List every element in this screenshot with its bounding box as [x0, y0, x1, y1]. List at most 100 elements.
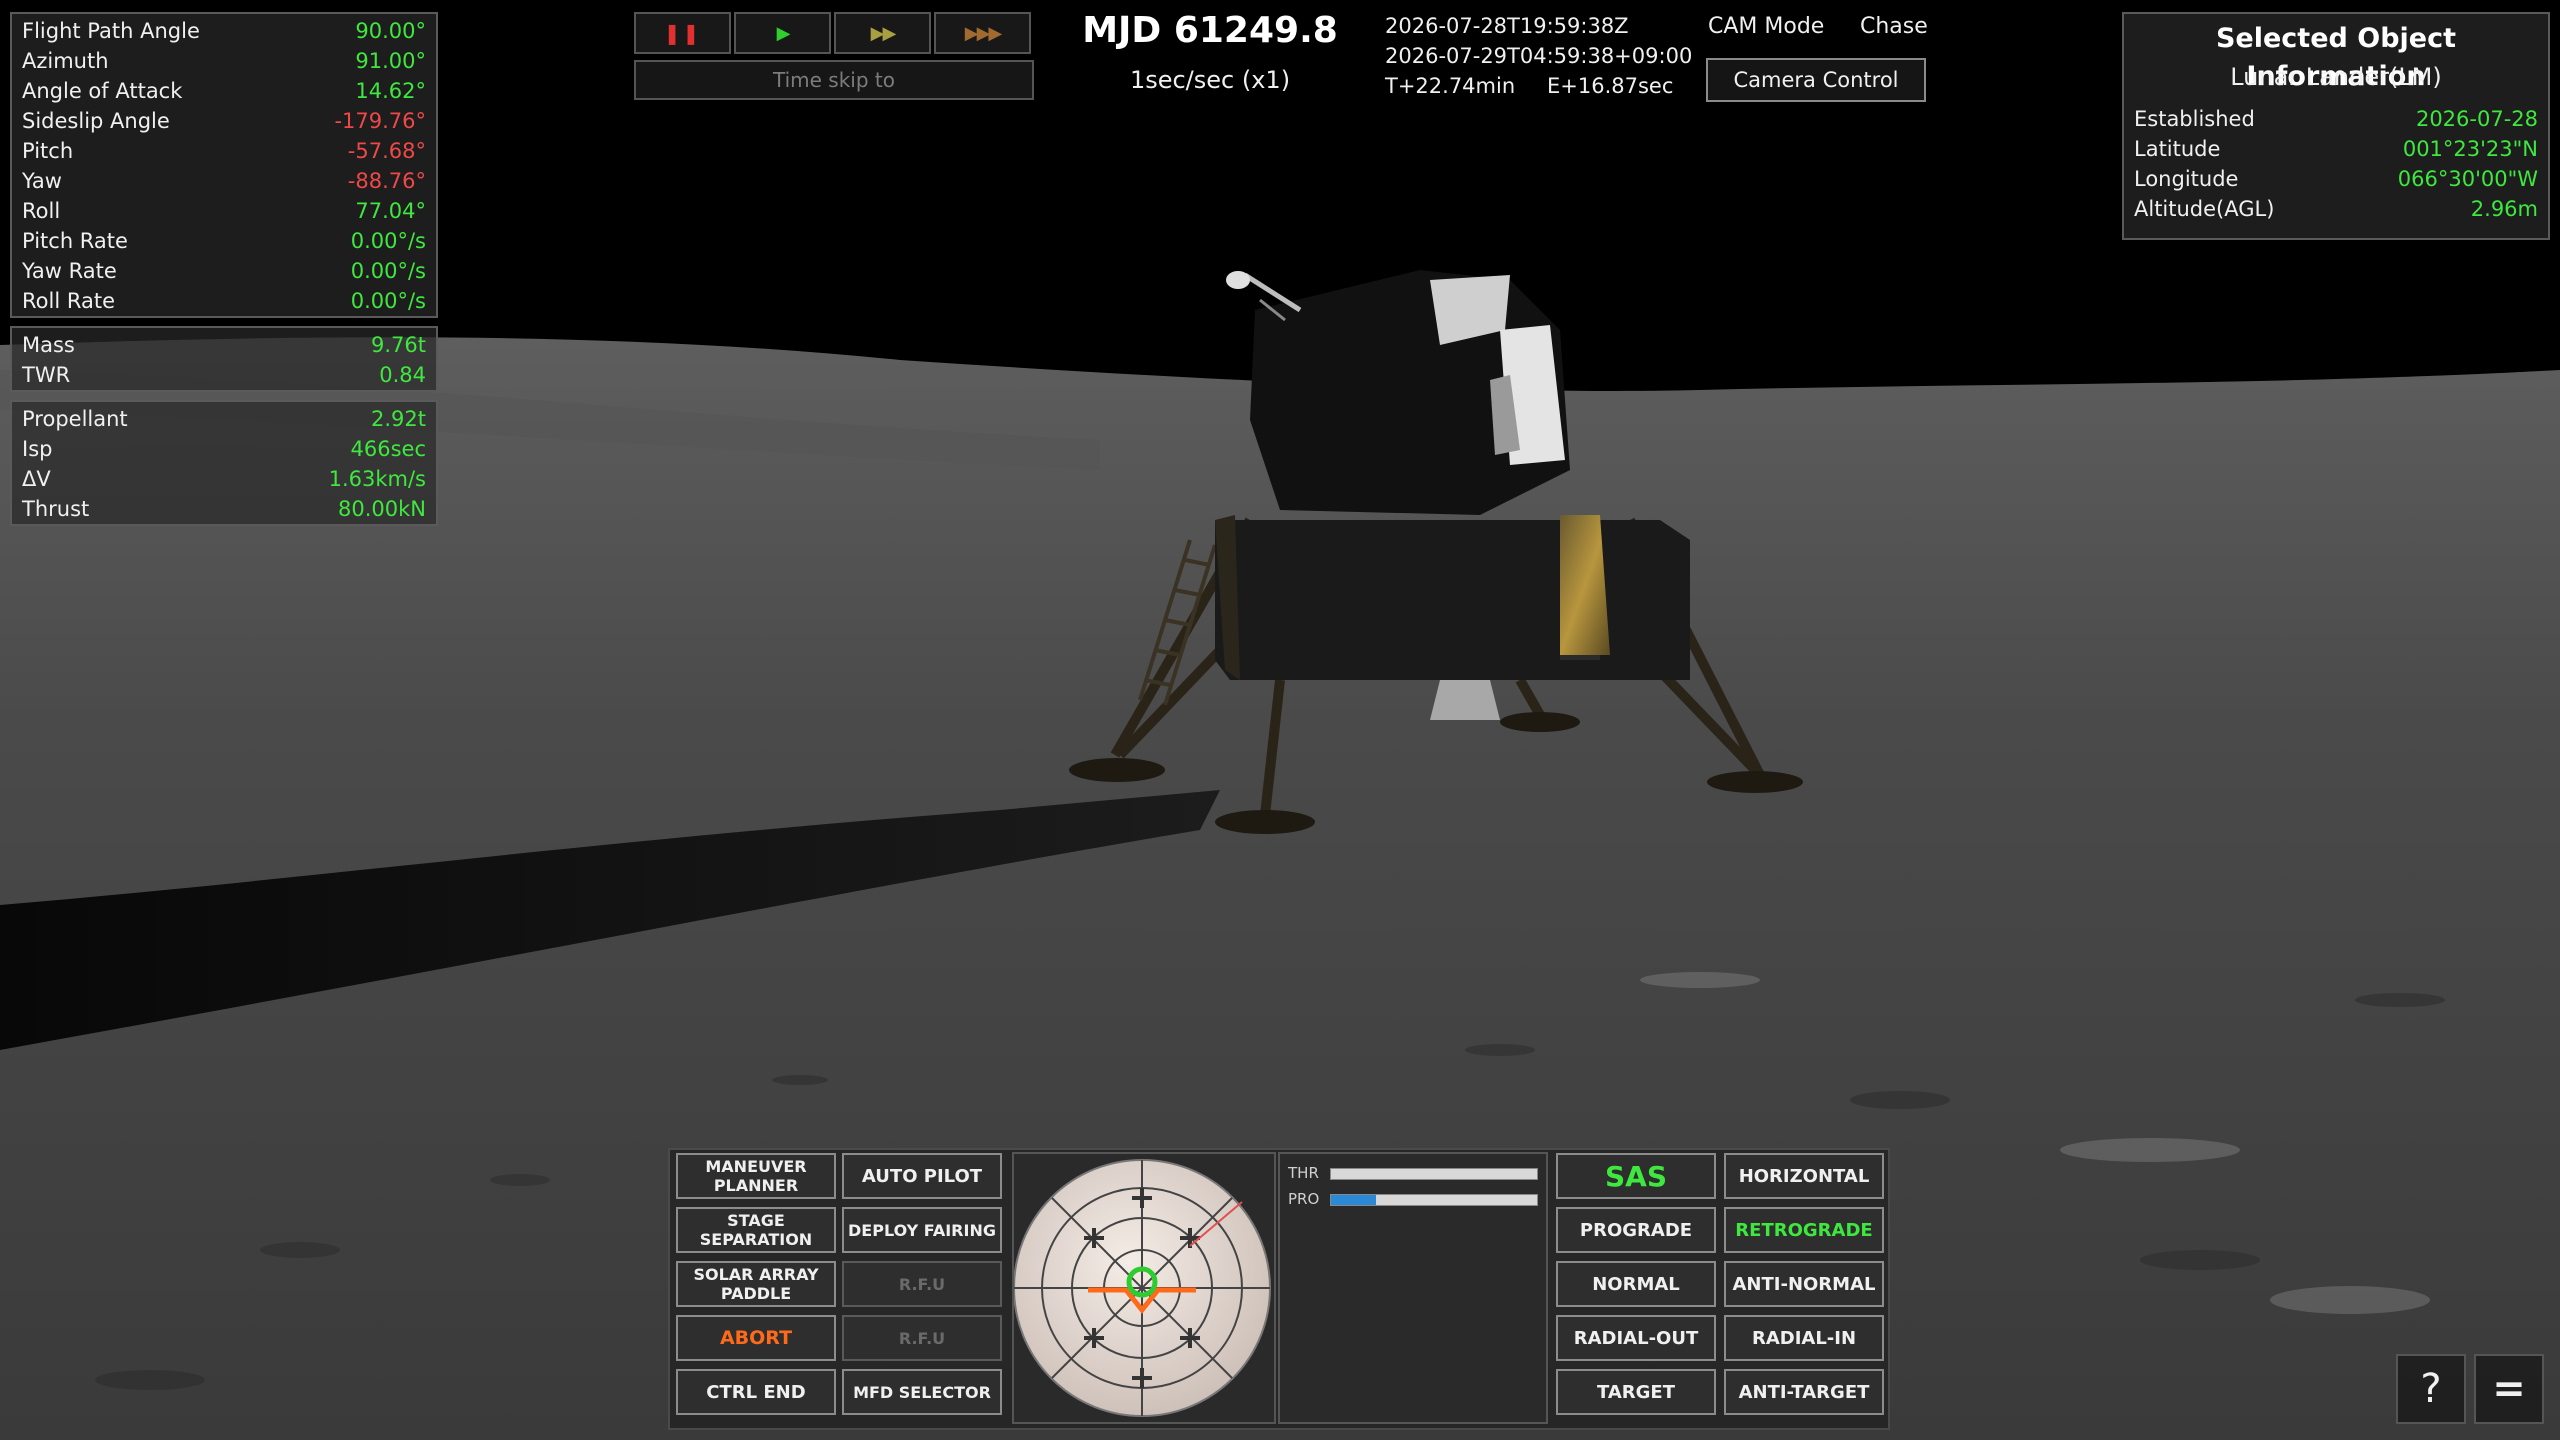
- anti-target-button[interactable]: ANTI-TARGET: [1724, 1369, 1884, 1415]
- mission-elapsed-time: T+22.74min: [1385, 74, 1516, 98]
- pro-gauge-fill: [1331, 1195, 1377, 1205]
- telemetry-value: 2.92t: [371, 407, 426, 431]
- utc-clock: 2026-07-28T19:59:38Z: [1385, 14, 1629, 38]
- thr-gauge-bar: [1330, 1168, 1538, 1180]
- menu-button[interactable]: =: [2474, 1354, 2544, 1424]
- thr-gauge-fill: [1331, 1169, 1537, 1179]
- telemetry-label: Roll Rate: [22, 289, 115, 313]
- telemetry-value: -57.68°: [347, 139, 426, 163]
- info-label: Altitude(AGL): [2134, 197, 2275, 221]
- telemetry-value: 0.00°/s: [350, 259, 426, 283]
- engine-row-propellant: Propellant 2.92t: [12, 404, 436, 434]
- telemetry-label: Yaw Rate: [22, 259, 117, 283]
- retrograde-button[interactable]: RETROGRADE: [1724, 1207, 1884, 1253]
- event-elapsed-time: E+16.87sec: [1547, 74, 1674, 98]
- info-value: 066°30'00"W: [2397, 167, 2538, 191]
- anti-normal-button[interactable]: ANTI-NORMAL: [1724, 1261, 1884, 1307]
- engine-row-v: ΔV 1.63km/s: [12, 464, 436, 494]
- engine-row-thrust: Thrust 80.00kN: [12, 494, 436, 524]
- deploy-fairing-button[interactable]: DEPLOY FAIRING: [842, 1207, 1002, 1253]
- pro-gauge-bar: [1330, 1194, 1538, 1206]
- telemetry-label: Pitch Rate: [22, 229, 128, 253]
- info-label: Latitude: [2134, 137, 2221, 161]
- telemetry-label: Yaw: [22, 169, 62, 193]
- mfd-selector-button[interactable]: MFD SELECTOR: [842, 1369, 1002, 1415]
- time-skip-input[interactable]: Time skip to: [634, 60, 1034, 100]
- telemetry-label: Thrust: [22, 497, 90, 521]
- pro-gauge-label: PRO: [1288, 1190, 1320, 1208]
- telemetry-label: Angle of Attack: [22, 79, 183, 103]
- telemetry-label: Isp: [22, 437, 53, 461]
- telemetry-label: Azimuth: [22, 49, 109, 73]
- ctrl-end-button[interactable]: CTRL END: [676, 1369, 836, 1415]
- telemetry-value: 9.76t: [371, 333, 426, 357]
- telemetry-label: ΔV: [22, 467, 51, 491]
- play-button[interactable]: ▶: [734, 12, 831, 54]
- attitude-row-yaw: Yaw -88.76°: [12, 166, 436, 196]
- info-label: Established: [2134, 107, 2255, 131]
- attitude-row-flight-path-angle: Flight Path Angle 90.00°: [12, 16, 436, 46]
- telemetry-value: 0.84: [379, 363, 426, 387]
- faster-forward-button[interactable]: ▶▶▶: [934, 12, 1031, 54]
- auto-pilot-button[interactable]: AUTO PILOT: [842, 1153, 1002, 1199]
- telemetry-value: 80.00kN: [338, 497, 426, 521]
- stage-separation-button[interactable]: STAGE SEPARATION: [676, 1207, 836, 1253]
- info-value: 001°23'23"N: [2402, 137, 2538, 161]
- navball-panel: [1012, 1152, 1276, 1424]
- info-row-altitude-agl: Altitude(AGL) 2.96m: [2124, 194, 2548, 224]
- camera-mode-value[interactable]: Chase: [1860, 14, 1928, 39]
- telemetry-value: 90.00°: [355, 19, 426, 43]
- camera-control-button[interactable]: Camera Control: [1706, 58, 1926, 102]
- engine-telemetry-panel: Propellant 2.92t Isp 466sec ΔV 1.63km/s Thrust…: [10, 400, 438, 526]
- telemetry-value: 14.62°: [355, 79, 426, 103]
- telemetry-label: Roll: [22, 199, 61, 223]
- help-button[interactable]: ?: [2396, 1354, 2466, 1424]
- prograde-button[interactable]: PROGRADE: [1556, 1207, 1716, 1253]
- radial-out-button[interactable]: RADIAL-OUT: [1556, 1315, 1716, 1361]
- target-button[interactable]: TARGET: [1556, 1369, 1716, 1415]
- fast-forward-button[interactable]: ▶▶: [834, 12, 931, 54]
- attitude-row-roll-rate: Roll Rate 0.00°/s: [12, 286, 436, 316]
- r-f-u-button[interactable]: R.F.U: [842, 1261, 1002, 1307]
- attitude-row-angle-of-attack: Angle of Attack 14.62°: [12, 76, 436, 106]
- info-value: 2026-07-28: [2415, 107, 2538, 131]
- selected-object-info-panel: Selected Object Information Lunar Lander…: [2122, 12, 2550, 240]
- selected-object-name: Lunar Lander(LM): [2230, 63, 2442, 91]
- attitude-row-sideslip-angle: Sideslip Angle -179.76°: [12, 106, 436, 136]
- sas-button[interactable]: SAS: [1556, 1153, 1716, 1199]
- info-row-latitude: Latitude 001°23'23"N: [2124, 134, 2548, 164]
- thr-gauge-label: THR: [1288, 1164, 1319, 1182]
- telemetry-value: 91.00°: [355, 49, 426, 73]
- solar-array-paddle-button[interactable]: SOLAR ARRAY PADDLE: [676, 1261, 836, 1307]
- normal-button[interactable]: NORMAL: [1556, 1261, 1716, 1307]
- throttle-gauges-panel: THR PRO: [1278, 1152, 1548, 1424]
- telemetry-value: 0.00°/s: [350, 229, 426, 253]
- telemetry-value: 466sec: [350, 437, 427, 461]
- telemetry-value: 1.63km/s: [328, 467, 426, 491]
- attitude-row-roll: Roll 77.04°: [12, 196, 436, 226]
- pause-button[interactable]: ❚❚: [634, 12, 731, 54]
- abort-button[interactable]: ABORT: [676, 1315, 836, 1361]
- mjd-readout: MJD 61249.8: [1082, 10, 1338, 51]
- info-row-established: Established 2026-07-28: [2124, 104, 2548, 134]
- telemetry-label: Sideslip Angle: [22, 109, 170, 133]
- telemetry-value: -88.76°: [347, 169, 426, 193]
- navball-icon[interactable]: [1013, 1154, 1274, 1422]
- telemetry-value: 77.04°: [355, 199, 426, 223]
- r-f-u-button[interactable]: R.F.U: [842, 1315, 1002, 1361]
- telemetry-label: Pitch: [22, 139, 74, 163]
- camera-mode-label: CAM Mode: [1708, 14, 1825, 39]
- radial-in-button[interactable]: RADIAL-IN: [1724, 1315, 1884, 1361]
- mass-telemetry-panel: Mass 9.76t TWR 0.84: [10, 326, 438, 392]
- telemetry-value: -179.76°: [334, 109, 426, 133]
- horizontal-button[interactable]: HORIZONTAL: [1724, 1153, 1884, 1199]
- attitude-row-yaw-rate: Yaw Rate 0.00°/s: [12, 256, 436, 286]
- attitude-row-azimuth: Azimuth 91.00°: [12, 46, 436, 76]
- attitude-telemetry-panel: Flight Path Angle 90.00° Azimuth 91.00° Angl…: [10, 12, 438, 318]
- info-value: 2.96m: [2470, 197, 2538, 221]
- mass-row-twr: TWR 0.84: [12, 360, 436, 390]
- info-label: Longitude: [2134, 167, 2239, 191]
- maneuver-planner-button[interactable]: MANEUVER PLANNER: [676, 1153, 836, 1199]
- engine-row-isp: Isp 466sec: [12, 434, 436, 464]
- telemetry-label: Mass: [22, 333, 75, 357]
